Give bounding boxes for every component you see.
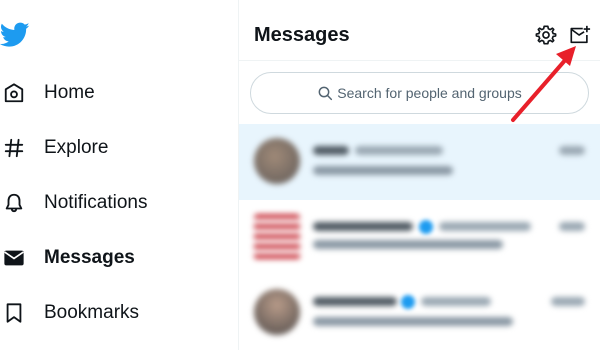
list-item[interactable] <box>239 275 600 347</box>
sidebar-item-label: Bookmarks <box>44 302 140 323</box>
sidebar-item-label: Messages <box>44 247 135 268</box>
search-icon <box>317 85 333 101</box>
bell-icon <box>1 190 27 216</box>
sidebar-item-messages[interactable]: Messages <box>0 238 135 278</box>
avatar <box>254 289 300 335</box>
sidebar-item-notifications[interactable]: Notifications <box>0 183 148 223</box>
search-placeholder: Search for people and groups <box>337 85 522 101</box>
sidebar-item-label: Explore <box>44 137 109 158</box>
new-message-icon[interactable] <box>569 24 593 48</box>
header-divider <box>239 60 600 61</box>
envelope-icon <box>1 245 27 271</box>
sidebar-item-label: Home <box>44 82 95 103</box>
sidebar-item-bookmarks[interactable]: Bookmarks <box>0 293 139 333</box>
sidebar-item-home[interactable]: Home <box>0 73 95 113</box>
sidebar-item-explore[interactable]: Explore <box>0 128 108 168</box>
avatar <box>254 214 300 260</box>
twitter-bird-icon[interactable] <box>0 22 30 48</box>
search-input[interactable]: Search for people and groups <box>250 72 589 114</box>
gear-icon[interactable] <box>535 24 559 48</box>
list-item[interactable] <box>239 200 600 272</box>
messages-panel: Messages Search for people and groups <box>239 0 600 350</box>
bookmark-icon <box>1 300 27 326</box>
sidebar-nav: Home Explore Notifications Messages Book… <box>0 0 238 350</box>
avatar <box>254 138 300 184</box>
sidebar-item-label: Notifications <box>44 192 148 213</box>
hashtag-icon <box>1 135 27 161</box>
page-title: Messages <box>254 24 350 46</box>
home-icon <box>1 80 27 106</box>
list-item[interactable] <box>239 124 600 200</box>
